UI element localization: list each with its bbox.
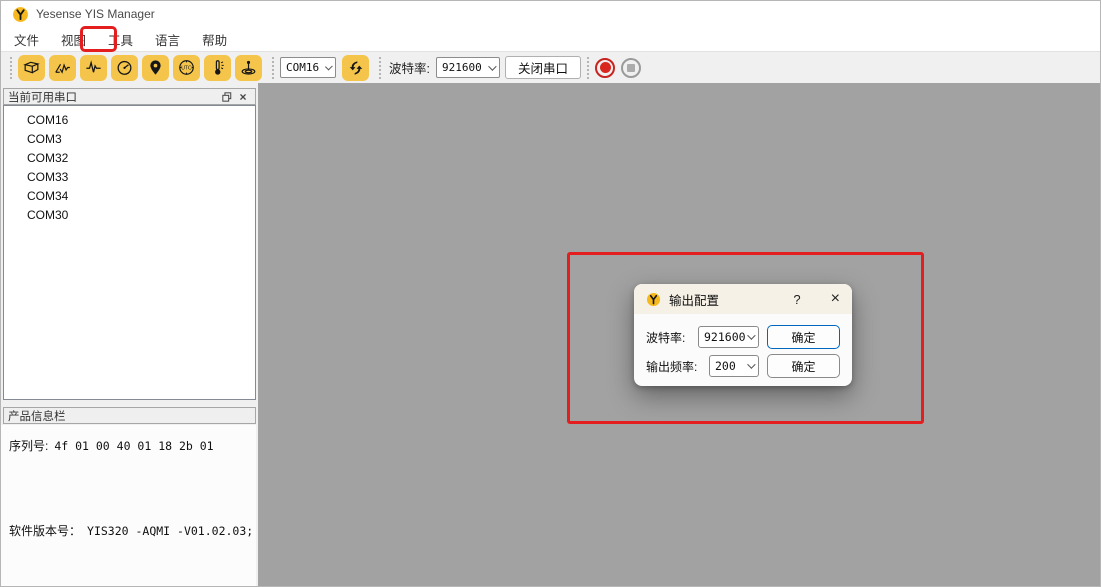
menu-file[interactable]: 文件 (3, 27, 50, 52)
float-panel-button[interactable] (219, 90, 235, 104)
list-item-port[interactable]: COM32 (4, 149, 255, 168)
toolbar-grip[interactable] (272, 57, 274, 79)
app-logo-icon (12, 6, 29, 23)
location-icon (146, 58, 165, 77)
baud-rate-select[interactable]: 921600 (436, 57, 500, 78)
menu-language[interactable]: 语言 (144, 27, 191, 52)
sync-bolts-icon (347, 59, 365, 77)
annotation-box-tools-menu (80, 26, 117, 52)
ports-panel-header: 当前可用串口 × (3, 88, 256, 105)
location-button[interactable] (142, 55, 169, 81)
list-item-port[interactable]: COM30 (4, 206, 255, 225)
waveform-icon (84, 58, 103, 77)
baud-rate-label: 波特率: (389, 58, 430, 77)
inclination-icon (239, 58, 258, 77)
gauge-icon (115, 58, 134, 77)
list-item-port[interactable]: COM3 (4, 130, 255, 149)
toolbar-grip[interactable] (379, 57, 381, 79)
gauge-button[interactable] (111, 55, 138, 81)
list-item-port[interactable]: COM33 (4, 168, 255, 187)
com-port-value: COM16 (286, 61, 319, 74)
serial-port-list: COM16 COM3 COM32 COM33 COM34 COM30 (3, 105, 256, 400)
attitude-wave-icon (53, 58, 72, 77)
stop-button[interactable] (621, 58, 641, 78)
chevron-down-icon (488, 62, 496, 70)
ports-panel-title: 当前可用串口 (8, 89, 77, 105)
list-item-port[interactable]: COM16 (4, 111, 255, 130)
cube-3d-button[interactable] (18, 55, 45, 81)
software-version-value: YIS320 -AQMI -V01.02.03; (87, 524, 253, 538)
list-item-port[interactable]: COM34 (4, 187, 255, 206)
utc-clock-icon: UTC (177, 58, 196, 77)
serial-number-value: 4f 01 00 40 01 18 2b 01 (54, 439, 213, 453)
inclination-button[interactable] (235, 55, 262, 81)
utc-clock-button[interactable]: UTC (173, 55, 200, 81)
stop-square-icon (627, 64, 635, 72)
temperature-button[interactable] (204, 55, 231, 81)
menu-help[interactable]: 帮助 (191, 27, 238, 52)
left-dock: 当前可用串口 × COM16 COM3 COM32 COM33 COM34 CO… (1, 83, 258, 587)
chevron-down-icon (325, 62, 333, 70)
title-bar: Yesense YIS Manager (1, 1, 1101, 27)
app-window: Yesense YIS Manager 文件 视图 工具 语言 帮助 (0, 0, 1101, 587)
cube-3d-icon (22, 58, 41, 77)
software-version-label: 软件版本号： (9, 522, 81, 539)
window-title: Yesense YIS Manager (36, 7, 155, 21)
refresh-ports-button[interactable] (342, 55, 369, 81)
annotation-box-dialog (567, 252, 924, 424)
software-version-row: 软件版本号： YIS320 -AQMI -V01.02.03; (9, 522, 253, 539)
waveform-button[interactable] (80, 55, 107, 81)
svg-text:UTC: UTC (181, 65, 192, 71)
baud-rate-value: 921600 (442, 61, 482, 74)
serial-number-row: 序列号: 4f 01 00 40 01 18 2b 01 (9, 437, 214, 454)
close-panel-button[interactable]: × (235, 90, 251, 104)
info-panel-title: 产品信息栏 (8, 408, 66, 424)
record-dot-icon (600, 62, 611, 73)
serial-number-label: 序列号: (9, 437, 48, 454)
toolbar: UTC COM16 (1, 51, 1101, 83)
temperature-icon (208, 58, 227, 77)
record-button[interactable] (595, 58, 615, 78)
toolbar-grip[interactable] (10, 57, 12, 79)
close-serial-button[interactable]: 关闭串口 (505, 56, 581, 79)
float-icon (222, 92, 232, 102)
info-panel-header: 产品信息栏 (3, 407, 256, 424)
com-port-select[interactable]: COM16 (280, 57, 336, 78)
toolbar-grip[interactable] (587, 57, 589, 79)
attitude-wave-button[interactable] (49, 55, 76, 81)
menu-bar: 文件 视图 工具 语言 帮助 (1, 27, 1101, 51)
